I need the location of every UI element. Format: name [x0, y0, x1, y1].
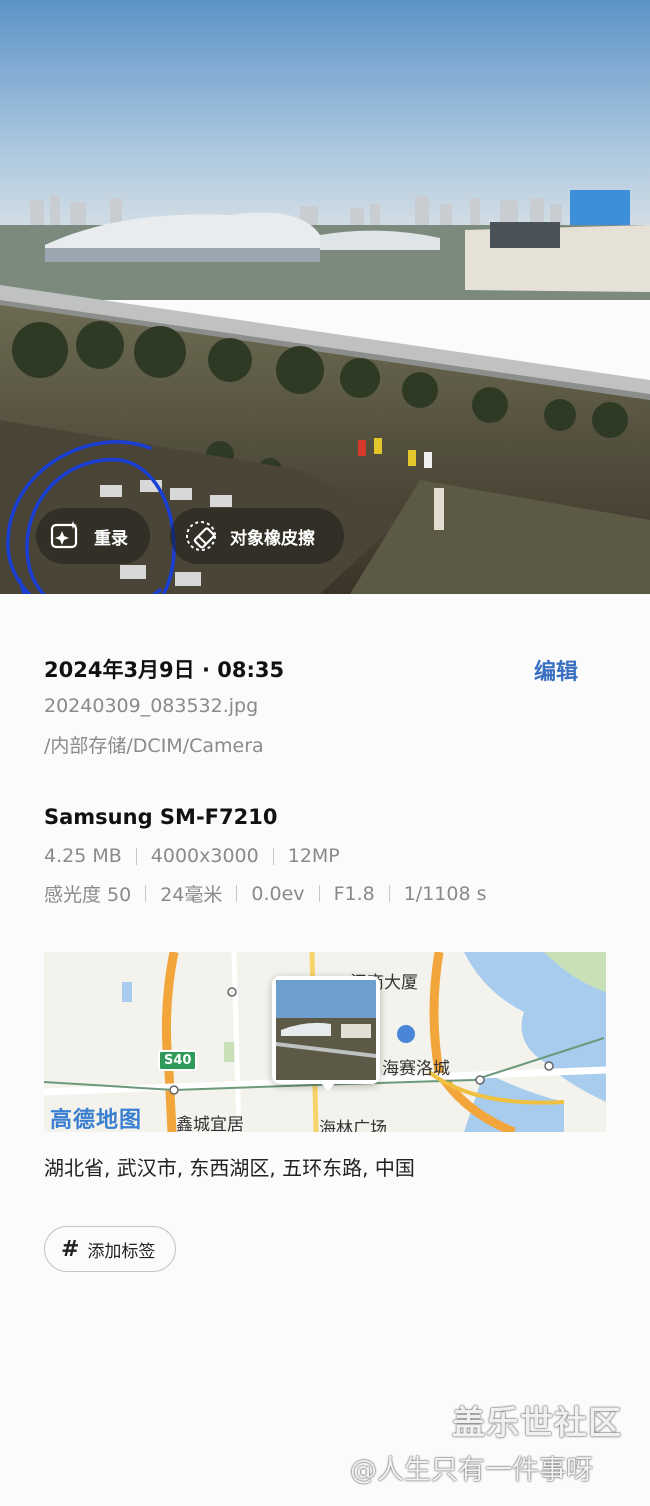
- remaster-label: 重录: [94, 528, 128, 549]
- divider: [388, 885, 390, 902]
- photo-preview[interactable]: 重录 对象橡皮擦: [0, 0, 650, 594]
- eraser-icon: [184, 519, 218, 553]
- map-label: 鑫城宜居: [176, 1115, 244, 1132]
- focal-length: 24毫米: [160, 884, 223, 906]
- location-address: 湖北省, 武汉市, 东西湖区, 五环东路, 中国: [44, 1156, 415, 1180]
- divider: [135, 847, 137, 865]
- location-map[interactable]: S40 汉商大厦 海赛洛城 鑫城宜居 海林广场 高德地图: [44, 952, 606, 1132]
- map-provider-logo: 高德地图: [50, 1108, 143, 1132]
- object-eraser-label: 对象橡皮擦: [230, 528, 315, 549]
- author-watermark: @人生只有一件事呀: [350, 1455, 593, 1486]
- road-shield: S40: [158, 1050, 198, 1071]
- object-eraser-button[interactable]: 对象橡皮擦: [170, 508, 344, 564]
- iso-value: 感光度 50: [44, 884, 132, 906]
- aperture: F1.8: [333, 882, 375, 905]
- megapixels: 12MP: [287, 845, 340, 867]
- photo-datetime: 2024年3月9日 · 08:35: [44, 658, 285, 682]
- edit-button[interactable]: 编辑: [534, 654, 578, 686]
- add-tag-label: 添加标签: [87, 1241, 156, 1262]
- remaster-button[interactable]: 重录: [36, 508, 150, 564]
- file-name: 20240309_083532.jpg: [44, 695, 259, 717]
- exposure-value: 0.0ev: [251, 882, 305, 905]
- divider: [145, 885, 147, 902]
- divider: [318, 885, 320, 902]
- file-path: /内部存储/DCIM/Camera: [44, 735, 264, 757]
- community-watermark: 盖乐世社区: [452, 1403, 622, 1442]
- divider: [272, 847, 274, 865]
- add-tag-button[interactable]: # 添加标签: [44, 1226, 176, 1272]
- hash-icon: #: [61, 1236, 80, 1262]
- map-pin-tail: [320, 1082, 336, 1091]
- file-specs-row: 4.25 MB 4000x3000 12MP: [44, 845, 340, 867]
- device-model: Samsung SM-F7210: [44, 805, 278, 829]
- divider: [236, 885, 238, 902]
- map-label: 海林广场: [319, 1119, 387, 1132]
- shutter-speed: 1/1108 s: [403, 882, 487, 905]
- resolution: 4000x3000: [150, 845, 259, 867]
- file-size: 4.25 MB: [44, 845, 122, 867]
- map-photo-thumbnail: [276, 980, 376, 1080]
- exposure-specs-row: 感光度 50 24毫米 0.0ev F1.8 1/1108 s: [44, 880, 487, 907]
- map-label: 海赛洛城: [382, 1059, 450, 1079]
- map-photo-pin[interactable]: [272, 976, 380, 1084]
- sparkle-frame-icon: [48, 519, 82, 553]
